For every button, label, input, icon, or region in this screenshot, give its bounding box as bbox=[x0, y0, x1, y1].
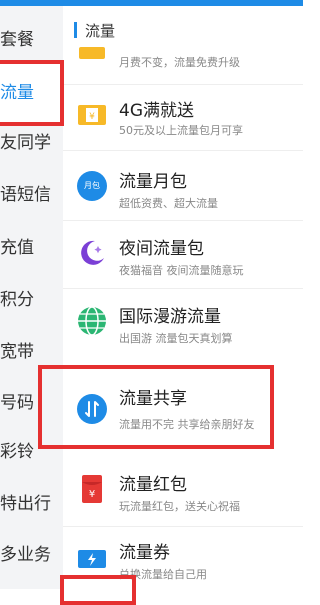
sidebar-item-sms[interactable]: 语短信 bbox=[0, 183, 63, 207]
highlight-box-bottom bbox=[60, 575, 136, 605]
list-item-title: 流量月包 bbox=[119, 172, 187, 192]
list-item-upgrade[interactable]: 月费不变，流量免费升级 bbox=[63, 40, 303, 85]
coupon-icon: ¥ bbox=[77, 100, 107, 130]
sidebar-item-recharge[interactable]: 充值 bbox=[0, 236, 63, 260]
list-item-subtitle: 月费不变，流量免费升级 bbox=[119, 56, 240, 69]
monthly-package-icon: 月包 bbox=[77, 171, 107, 201]
svg-text:¥: ¥ bbox=[89, 112, 95, 122]
divider bbox=[63, 84, 303, 85]
highlight-box-sidebar bbox=[0, 60, 64, 126]
sidebar-item-friends[interactable]: 友同学 bbox=[0, 131, 63, 155]
list-item-night-package[interactable]: 夜间流量包 夜猫福音 夜间流量随意玩 bbox=[63, 222, 303, 289]
sidebar-item-points[interactable]: 积分 bbox=[0, 288, 63, 312]
moon-icon bbox=[77, 238, 107, 268]
list-item-subtitle: 50元及以上流量包月可享 bbox=[119, 124, 243, 137]
list-item-title: 4G满就送 bbox=[119, 101, 194, 121]
upgrade-icon bbox=[77, 46, 107, 60]
list-item-title: 流量券 bbox=[119, 543, 170, 563]
voucher-icon bbox=[77, 544, 107, 574]
svg-text:¥: ¥ bbox=[89, 489, 95, 500]
list-item-title: 夜间流量包 bbox=[119, 239, 204, 259]
divider bbox=[63, 288, 303, 289]
section-header: 流量 bbox=[74, 20, 115, 40]
section-title: 流量 bbox=[85, 21, 116, 40]
list-item-monthly-package[interactable]: 月包 流量月包 超低资费、超大流量 bbox=[63, 155, 303, 221]
section-accent-bar bbox=[74, 22, 77, 38]
list-item-title: 流量红包 bbox=[119, 475, 187, 495]
list-item-subtitle: 出国游 流量包天真划算 bbox=[119, 332, 233, 345]
sidebar-item-broadband[interactable]: 宽带 bbox=[0, 340, 63, 364]
divider bbox=[63, 150, 303, 151]
list-item-4g-bonus[interactable]: ¥ 4G满就送 50元及以上流量包月可享 bbox=[63, 86, 303, 151]
sidebar-item-travel[interactable]: 特出行 bbox=[0, 492, 63, 516]
monthly-package-icon-text: 月包 bbox=[84, 181, 100, 190]
list-item-subtitle: 玩流量红包，送关心祝福 bbox=[119, 500, 240, 513]
list-item-roaming[interactable]: 国际漫游流量 出国游 流量包天真划算 bbox=[63, 290, 303, 350]
list-item-title: 国际漫游流量 bbox=[119, 307, 221, 327]
globe-icon bbox=[77, 306, 107, 336]
list-item-red-envelope[interactable]: ¥ 流量红包 玩流量红包，送关心祝福 bbox=[63, 462, 303, 527]
list-item-subtitle: 超低资费、超大流量 bbox=[119, 197, 218, 210]
list-item-subtitle: 夜猫福音 夜间流量随意玩 bbox=[119, 264, 244, 277]
sidebar-item-package[interactable]: 套餐 bbox=[0, 28, 63, 52]
divider bbox=[63, 220, 303, 221]
sidebar-item-more[interactable]: 多业务 bbox=[0, 543, 63, 567]
highlight-box-data-sharing bbox=[38, 365, 274, 449]
red-envelope-icon: ¥ bbox=[77, 474, 107, 504]
divider bbox=[63, 526, 303, 527]
